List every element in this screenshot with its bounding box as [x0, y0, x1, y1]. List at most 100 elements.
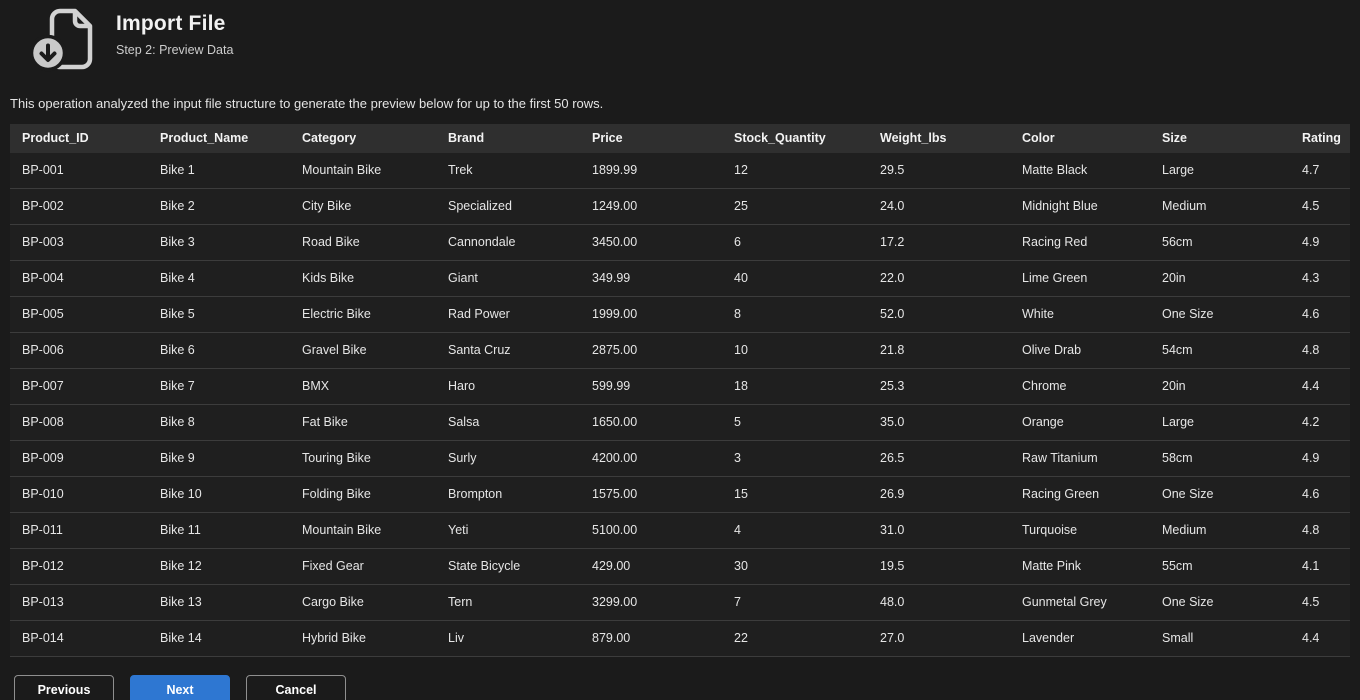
table-cell: Fat Bike	[290, 404, 436, 441]
table-cell: Touring Bike	[290, 440, 436, 477]
table-cell: Bike 10	[148, 476, 290, 513]
table-cell: 35.0	[868, 404, 1010, 441]
table-cell: 879.00	[580, 620, 722, 657]
table-cell: Mountain Bike	[290, 153, 436, 189]
table-cell: Bike 6	[148, 332, 290, 369]
table-row: BP-014 Bike 14 Hybrid Bike Liv 879.00 22 27.0 L…	[10, 620, 1350, 657]
table-cell: Bike 13	[148, 584, 290, 621]
table-cell: 349.99	[580, 260, 722, 297]
table-cell: Bike 5	[148, 296, 290, 333]
table-cell: BP-003	[10, 224, 148, 261]
table-cell: Racing Red	[1010, 224, 1150, 261]
column-header: Category	[290, 124, 436, 153]
column-header: Size	[1150, 124, 1290, 153]
table-cell: BP-010	[10, 476, 148, 513]
table-cell: Fixed Gear	[290, 548, 436, 585]
cancel-button[interactable]: Cancel	[246, 675, 346, 700]
table-cell: BP-011	[10, 512, 148, 549]
next-button[interactable]: Next	[130, 675, 230, 700]
table-cell: 4.4	[1290, 620, 1350, 657]
table-cell: State Bicycle	[436, 548, 580, 585]
table-cell: Electric Bike	[290, 296, 436, 333]
table-cell: 1249.00	[580, 188, 722, 225]
table-cell: Hybrid Bike	[290, 620, 436, 657]
table-row: BP-013 Bike 13 Cargo Bike Tern 3299.00 7 48.0 G…	[10, 584, 1350, 621]
table-cell: 4.6	[1290, 296, 1350, 333]
table-cell: Bike 1	[148, 153, 290, 189]
table-cell: Lavender	[1010, 620, 1150, 657]
table-row: BP-005 Bike 5 Electric Bike Rad Power 1999.0…	[10, 296, 1350, 333]
table-cell: 7	[722, 584, 868, 621]
table-cell: 58cm	[1150, 440, 1290, 477]
table-cell: 22	[722, 620, 868, 657]
table-cell: Bike 3	[148, 224, 290, 261]
table-cell: 40	[722, 260, 868, 297]
table-cell: BP-012	[10, 548, 148, 585]
table-cell: 20in	[1150, 260, 1290, 297]
table-cell: 6	[722, 224, 868, 261]
table-cell: Raw Titanium	[1010, 440, 1150, 477]
wizard-titles: Import File Step 2: Preview Data	[116, 8, 233, 57]
column-header: Weight_lbs	[868, 124, 1010, 153]
table-cell: BP-004	[10, 260, 148, 297]
table-cell: 22.0	[868, 260, 1010, 297]
table-cell: 4.4	[1290, 368, 1350, 405]
table-cell: Surly	[436, 440, 580, 477]
table-cell: 8	[722, 296, 868, 333]
table-cell: 1575.00	[580, 476, 722, 513]
table-cell: Lime Green	[1010, 260, 1150, 297]
table-cell: Large	[1150, 153, 1290, 189]
table-cell: 4.1	[1290, 548, 1350, 585]
table-body: BP-001 Bike 1 Mountain Bike Trek 1899.99 12 29…	[10, 153, 1350, 657]
table-cell: 4.9	[1290, 440, 1350, 477]
table-cell: Chrome	[1010, 368, 1150, 405]
table-cell: 4.2	[1290, 404, 1350, 441]
table-cell: 52.0	[868, 296, 1010, 333]
table-cell: Trek	[436, 153, 580, 189]
table-cell: Cannondale	[436, 224, 580, 261]
table-cell: Bike 9	[148, 440, 290, 477]
table-cell: 17.2	[868, 224, 1010, 261]
table-cell: Orange	[1010, 404, 1150, 441]
table-cell: 4.5	[1290, 188, 1350, 225]
table-cell: Tern	[436, 584, 580, 621]
table-cell: Rad Power	[436, 296, 580, 333]
table-cell: 15	[722, 476, 868, 513]
table-cell: 1650.00	[580, 404, 722, 441]
table-cell: Medium	[1150, 188, 1290, 225]
table-cell: Bike 8	[148, 404, 290, 441]
table-cell: 4	[722, 512, 868, 549]
table-cell: 1899.99	[580, 153, 722, 189]
table-cell: White	[1010, 296, 1150, 333]
table-cell: BP-001	[10, 153, 148, 189]
table-cell: 27.0	[868, 620, 1010, 657]
column-header: Color	[1010, 124, 1150, 153]
table-cell: 31.0	[868, 512, 1010, 549]
table-cell: BP-006	[10, 332, 148, 369]
table-cell: BP-008	[10, 404, 148, 441]
table-cell: 4200.00	[580, 440, 722, 477]
table-row: BP-009 Bike 9 Touring Bike Surly 4200.00 3 26.…	[10, 440, 1350, 477]
table-cell: 599.99	[580, 368, 722, 405]
previous-button[interactable]: Previous	[14, 675, 114, 700]
table-cell: Bike 2	[148, 188, 290, 225]
table-cell: City Bike	[290, 188, 436, 225]
table-cell: Large	[1150, 404, 1290, 441]
table-cell: 3	[722, 440, 868, 477]
table-cell: Turquoise	[1010, 512, 1150, 549]
wizard-footer: Previous Next Cancel	[14, 675, 1360, 700]
table-cell: One Size	[1150, 296, 1290, 333]
step-subtitle: Step 2: Preview Data	[116, 43, 234, 57]
table-cell: 30	[722, 548, 868, 585]
table-cell: 2875.00	[580, 332, 722, 369]
table-cell: 12	[722, 153, 868, 189]
table-cell: One Size	[1150, 476, 1290, 513]
table-cell: Small	[1150, 620, 1290, 657]
table-cell: 29.5	[868, 153, 1010, 189]
table-cell: BP-002	[10, 188, 148, 225]
table-row: BP-007 Bike 7 BMX Haro 599.99 18 25.3 Chrome 20i…	[10, 368, 1350, 405]
import-file-wizard: Import File Step 2: Preview Data This op…	[0, 0, 1360, 700]
table-row: BP-010 Bike 10 Folding Bike Brompton 1575.00…	[10, 476, 1350, 513]
table-cell: Yeti	[436, 512, 580, 549]
table-cell: 4.3	[1290, 260, 1350, 297]
